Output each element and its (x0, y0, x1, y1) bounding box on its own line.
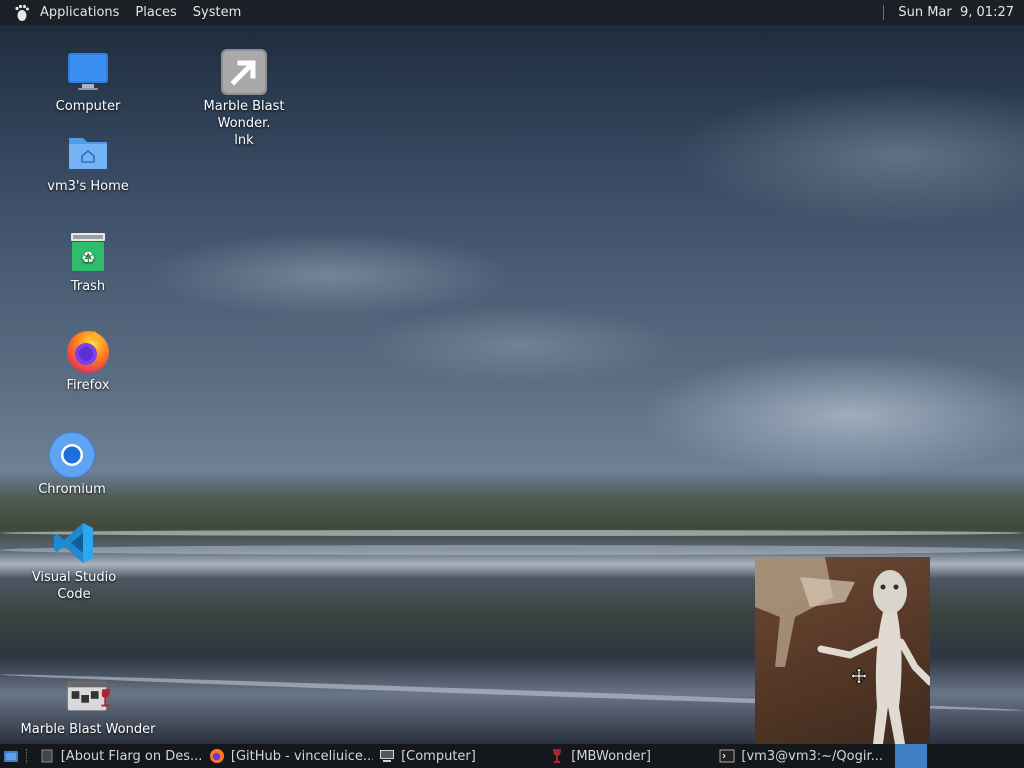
main-menu-bar: Applications Places System (0, 3, 241, 23)
desktop-icon-marble[interactable]: Marble Blast Wonder (18, 671, 158, 738)
bottom-taskbar: [About Flarg on Des... [GitHub - vinceli… (0, 744, 1024, 768)
clock[interactable]: Sun Mar 9, 01:27 (898, 5, 1024, 20)
taskbar-task-terminal[interactable]: [vm3@vm3:~/Qogir... (713, 744, 895, 768)
terminal-icon (719, 748, 735, 764)
document-icon (39, 748, 55, 764)
desktop-icon-label: Marble Blast Wonder (20, 722, 156, 737)
clock-area: Sun Mar 9, 01:27 (883, 0, 1024, 25)
taskbar-task-label: [MBWonder] (571, 748, 651, 764)
wallpaper-streak (0, 530, 1024, 536)
svg-text:♻: ♻ (81, 248, 95, 267)
firefox-icon (209, 748, 225, 764)
menu-applications[interactable]: Applications (40, 5, 119, 20)
desktop-icon-marble-lnk[interactable]: Marble Blast Wonder. lnk (176, 48, 312, 149)
taskbar-task-label: [GitHub - vinceliuice... (230, 748, 374, 764)
menu-system[interactable]: System (193, 5, 241, 20)
desktop-icon-label: Marble Blast Wonder. lnk (203, 99, 285, 148)
desktop-icon-label: Firefox (66, 378, 110, 393)
wine-icon (549, 748, 565, 764)
taskbar-task-github[interactable]: [GitHub - vinceliuice... (203, 744, 373, 768)
gnome-foot-icon[interactable] (12, 3, 32, 23)
computer-icon (379, 748, 395, 764)
desktop-icon-firefox[interactable]: Firefox (38, 327, 138, 394)
taskbar-task-label: [vm3@vm3:~/Qogir... (741, 748, 883, 764)
taskbar-task-label: [Computer] (401, 748, 476, 764)
desktop-icon-label: Trash (70, 279, 106, 294)
desktop-icon-chromium[interactable]: Chromium (22, 431, 122, 498)
taskbar-separator (25, 749, 29, 763)
video-overlay-window[interactable] (755, 557, 930, 744)
show-desktop-button[interactable] (0, 744, 22, 768)
computer-icon (64, 48, 112, 96)
top-panel: Applications Places System Sun Mar 9, 01… (0, 0, 1024, 25)
menu-places[interactable]: Places (135, 5, 176, 20)
desktop-icon-label: Visual Studio Code (31, 570, 117, 602)
workspace-switcher-2[interactable] (927, 744, 1024, 768)
wallpaper-streak (0, 545, 1024, 555)
taskbar-task-flarg[interactable]: [About Flarg on Des... (33, 744, 203, 768)
wine-app-icon (64, 671, 112, 719)
taskbar-task-mbwonder[interactable]: [MBWonder] (543, 744, 713, 768)
firefox-icon (64, 327, 112, 375)
home-folder-icon (64, 128, 112, 176)
desktop-icon-label: Chromium (38, 482, 106, 497)
panel-separator (883, 5, 885, 20)
taskbar-task-label: [About Flarg on Des... (60, 748, 203, 764)
shortcut-arrow-icon (220, 48, 268, 96)
show-desktop-icon (3, 751, 18, 762)
desktop-icon-home[interactable]: vm3's Home (38, 128, 138, 195)
desktop-icon-trash[interactable]: ♻ Trash (38, 228, 138, 295)
workspace-switcher-1[interactable] (895, 744, 928, 768)
desktop-icon-label: vm3's Home (47, 179, 129, 194)
video-frame (755, 557, 930, 744)
move-cursor-icon (850, 667, 868, 685)
desktop-icon-vscode[interactable]: Visual Studio Code (14, 519, 134, 603)
vscode-icon (50, 519, 98, 567)
desktop-icon-label: Computer (55, 99, 121, 114)
taskbar-task-computer[interactable]: [Computer] (373, 744, 543, 768)
chromium-icon (48, 431, 96, 479)
trash-icon: ♻ (64, 228, 112, 276)
desktop-icon-computer[interactable]: Computer (38, 48, 138, 115)
